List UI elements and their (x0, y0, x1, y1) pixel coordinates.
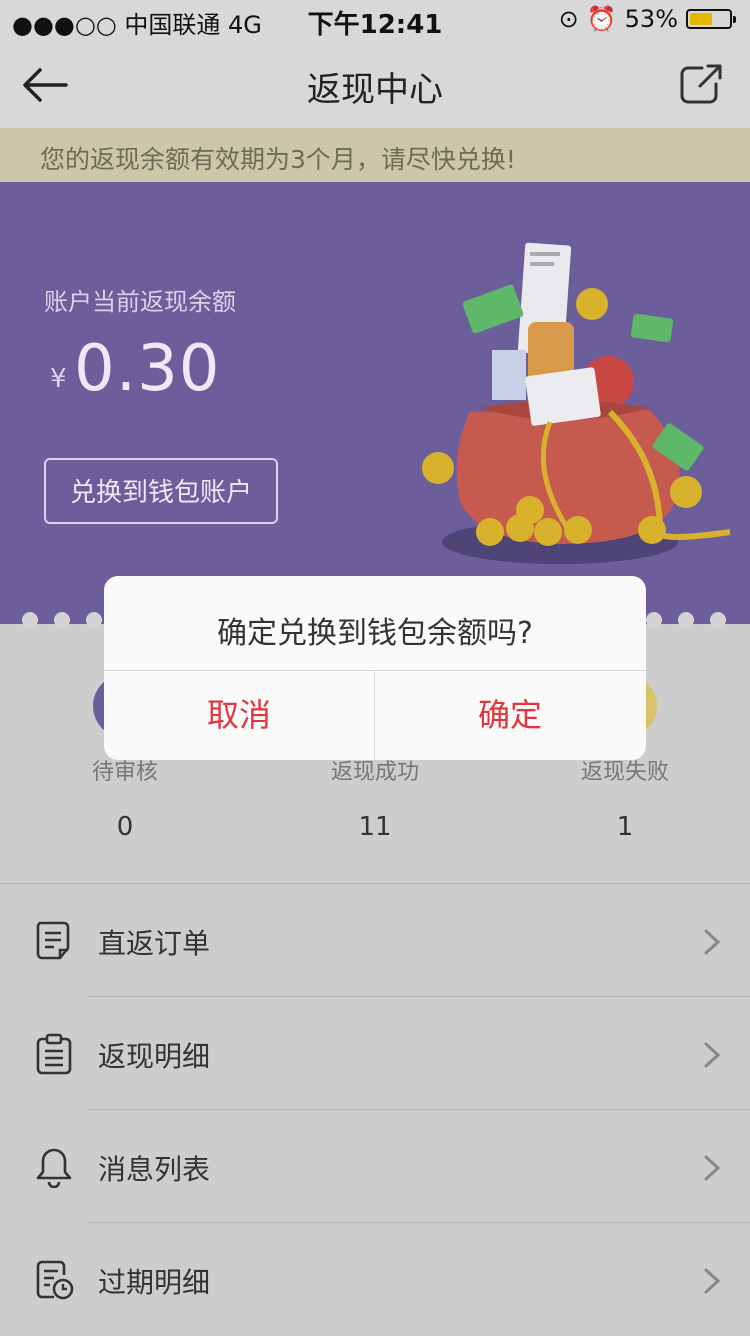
menu-item-cashback-details[interactable]: 返现明细 (0, 997, 750, 1110)
exchange-to-wallet-button[interactable]: 兑换到钱包账户 (44, 458, 278, 524)
notice-text: 您的返现余额有效期为3个月，请尽快兑换! (40, 145, 516, 174)
menu-item-label: 过期明细 (98, 1266, 211, 1299)
menu-list: 直返订单 返现明细 消息列表 过期明细 (0, 883, 750, 1335)
stat-value: 1 (616, 812, 634, 842)
battery-icon (686, 9, 736, 29)
menu-item-label: 直返订单 (98, 927, 211, 960)
menu-item-messages[interactable]: 消息列表 (0, 1110, 750, 1223)
confirm-button[interactable]: 确定 (375, 671, 645, 760)
cancel-button[interactable]: 取消 (104, 671, 374, 760)
chevron-right-icon (704, 1042, 721, 1068)
order-list-icon (36, 921, 70, 960)
balance-banner: 账户当前返现余额 ¥ 0.30 兑换到钱包账户 (0, 182, 750, 624)
balance-label: 账户当前返现余额 (44, 288, 236, 316)
battery-percent: 53% (624, 5, 678, 33)
money-bag-illustration (422, 242, 731, 564)
menu-item-label: 消息列表 (98, 1153, 211, 1186)
menu-item-label: 返现明细 (98, 1040, 211, 1073)
status-bar: ●●●○○ 中国联通 4G 下午12:41 ⊙ ⏰ 53% (0, 0, 750, 40)
nav-bar: 返现中心 (0, 40, 750, 128)
alarm-icon: ⏰ (586, 5, 617, 33)
stat-value: 11 (358, 812, 392, 842)
menu-item-expired-details[interactable]: 过期明细 (0, 1223, 750, 1336)
menu-item-direct-orders[interactable]: 直返订单 (0, 884, 750, 997)
status-right: ⊙ ⏰ 53% (558, 5, 736, 33)
page-title: 返现中心 (307, 70, 443, 110)
clipboard-icon (36, 1033, 72, 1075)
bell-icon (36, 1148, 72, 1188)
dialog-message: 确定兑换到钱包余额吗? (217, 616, 533, 651)
confirm-dialog: 确定兑换到钱包余额吗? 取消 确定 (104, 576, 646, 760)
expired-clock-icon (36, 1260, 74, 1300)
share-icon[interactable] (676, 60, 726, 110)
chevron-right-icon (704, 1268, 721, 1294)
lock-rotation-icon: ⊙ (558, 5, 579, 33)
balance-amount: 0.30 (74, 332, 221, 406)
stat-value: 0 (116, 812, 134, 842)
chevron-right-icon (704, 929, 721, 955)
chevron-right-icon (704, 1155, 721, 1181)
currency-symbol: ¥ (50, 364, 67, 394)
notice-bar: 您的返现余额有效期为3个月，请尽快兑换! (0, 128, 750, 182)
